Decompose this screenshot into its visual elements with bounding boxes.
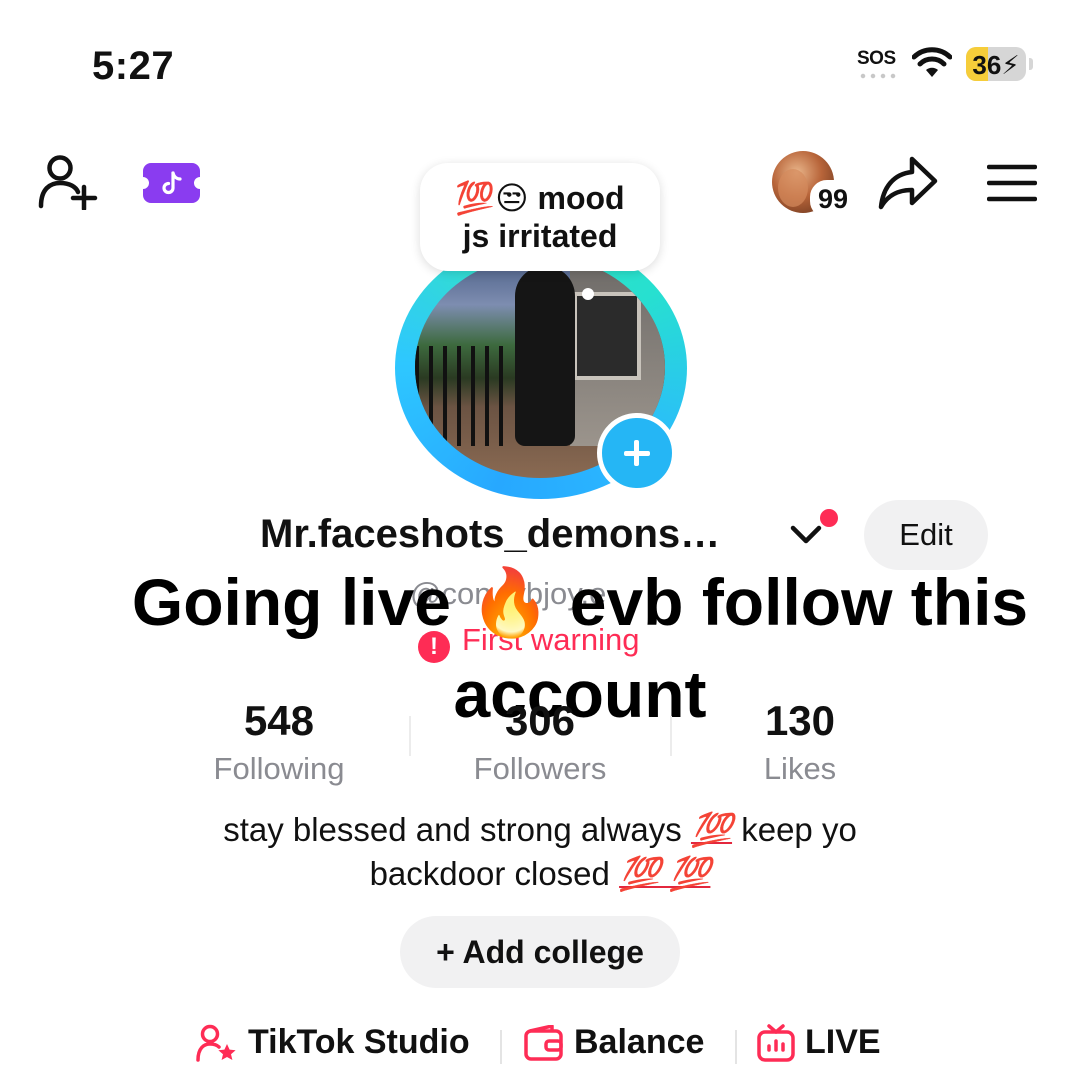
stat-divider xyxy=(409,716,411,756)
stat-value: 548 xyxy=(243,697,315,744)
tool-divider xyxy=(500,1030,502,1064)
status-time: 5:27 xyxy=(92,44,175,88)
mood-note-bubble[interactable]: 💯😒 mood js irritated xyxy=(420,163,660,271)
bio-text: backdoor closed xyxy=(369,855,610,892)
hamburger-menu-icon[interactable] xyxy=(987,164,1037,204)
add-story-button[interactable] xyxy=(597,413,677,493)
live-link[interactable]: LIVE xyxy=(757,1023,881,1062)
battery-percentage: 36⚡ xyxy=(972,50,1020,80)
bio: stay blessed and strong always 💯 keep yo… xyxy=(120,808,960,896)
wallet-icon xyxy=(524,1024,563,1061)
hundred-emoji: 💯 xyxy=(690,811,733,848)
tool-divider xyxy=(735,1030,737,1064)
photo-railing xyxy=(415,346,510,446)
stat-label: Following xyxy=(213,751,345,786)
add-person-icon[interactable] xyxy=(38,154,100,210)
creator-star-icon xyxy=(196,1024,236,1062)
username[interactable]: Mr.faceshots_demons… xyxy=(260,512,720,557)
story-count-badge: 99 xyxy=(810,180,856,218)
photo-window xyxy=(573,292,641,380)
sos-indicator: SOS xyxy=(857,48,896,69)
battery-nub xyxy=(1029,58,1033,70)
chevron-down-icon[interactable] xyxy=(790,523,822,545)
wifi-icon xyxy=(912,47,952,77)
tiktok-studio-link[interactable]: TikTok Studio xyxy=(196,1023,470,1062)
mood-emoji: 💯😒 xyxy=(455,180,529,216)
tool-label: TikTok Studio xyxy=(248,1023,470,1061)
share-arrow-icon[interactable] xyxy=(878,155,938,211)
stat-followers[interactable]: 306 Followers xyxy=(430,697,650,787)
hundred-emoji: 💯 💯 xyxy=(619,855,711,892)
stat-value: 306 xyxy=(504,697,576,744)
add-college-button[interactable]: + Add college xyxy=(400,916,680,988)
battery-indicator: 36⚡ xyxy=(966,47,1026,81)
stat-label: Followers xyxy=(473,751,607,786)
bubble-tail-dot xyxy=(582,288,594,300)
bio-text: stay blessed and strong always xyxy=(223,811,682,848)
bio-text: keep yo xyxy=(741,811,857,848)
live-tv-icon xyxy=(757,1023,795,1062)
mood-line-2: js irritated xyxy=(462,218,618,254)
stat-divider xyxy=(670,716,672,756)
stat-label: Likes xyxy=(763,751,837,786)
mood-text: mood xyxy=(537,180,625,216)
signal-dots xyxy=(858,73,898,79)
tool-label: Balance xyxy=(574,1023,705,1061)
stat-likes[interactable]: 130 Likes xyxy=(690,697,910,787)
notification-dot xyxy=(817,506,841,530)
stat-following[interactable]: 548 Following xyxy=(169,697,389,787)
mood-line-1: 💯😒 mood xyxy=(420,179,660,217)
tool-label: LIVE xyxy=(805,1023,881,1061)
photo-person xyxy=(515,266,575,446)
balance-link[interactable]: Balance xyxy=(524,1023,704,1062)
tiktok-ticket-icon[interactable] xyxy=(143,163,200,203)
stat-value: 130 xyxy=(764,697,836,744)
